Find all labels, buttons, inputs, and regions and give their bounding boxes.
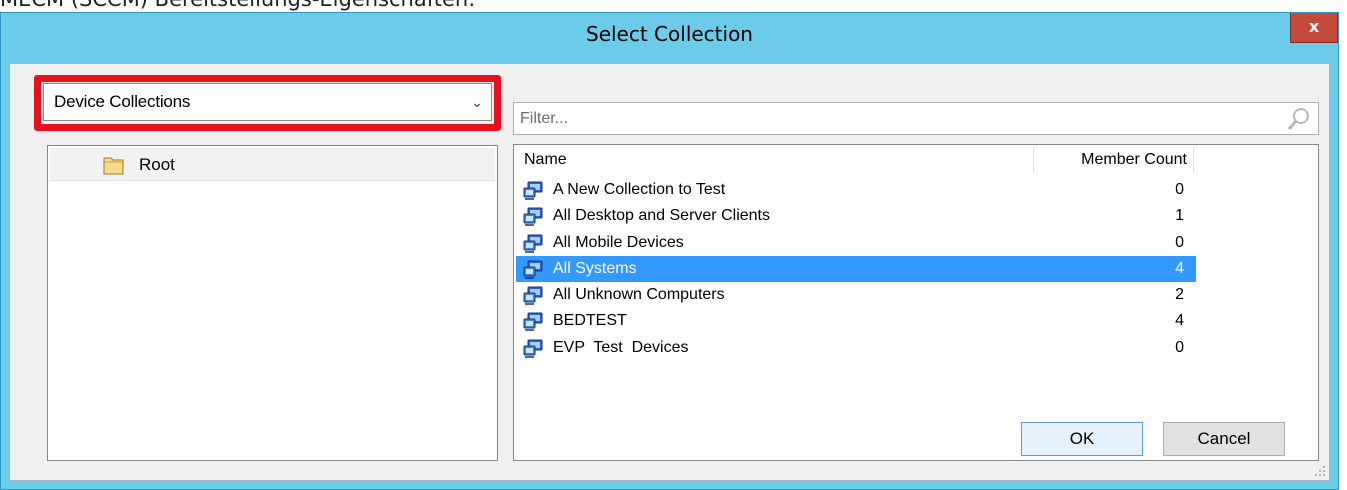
dialog-body: Device Collections ⌄ Root Name Member: [9, 63, 1330, 481]
table-row[interactable]: All Systems 4: [516, 255, 1196, 283]
device-collection-icon: [522, 205, 546, 227]
search-icon[interactable]: [1286, 106, 1312, 132]
table-row[interactable]: A New Collection to Test 0: [516, 177, 1196, 203]
member-count: 0: [1175, 338, 1184, 356]
collection-name: All Mobile Devices: [553, 233, 684, 251]
folder-icon: [103, 157, 124, 175]
page-caption: MECM (SCCM) Bereitstellungs-Eigenschafte…: [0, 0, 1347, 12]
device-collection-icon: [522, 232, 546, 254]
device-collection-icon: [522, 258, 546, 280]
device-collection-icon: [522, 179, 546, 201]
list-header: Name Member Count: [514, 147, 1318, 173]
member-count: 1: [1175, 207, 1184, 225]
collection-list: Name Member Count A New Collection to Te…: [513, 144, 1319, 461]
tree-item-label: Root: [139, 155, 175, 174]
title-bar[interactable]: Select Collection x: [1, 13, 1338, 55]
collection-name: All Unknown Computers: [553, 286, 725, 304]
filter-box[interactable]: [513, 102, 1319, 135]
device-collection-icon: [522, 337, 546, 359]
chevron-down-icon: ⌄: [471, 94, 483, 110]
ok-button[interactable]: OK: [1021, 422, 1143, 456]
collection-name: All Desktop and Server Clients: [553, 207, 770, 225]
table-row[interactable]: All Unknown Computers 2: [516, 282, 1196, 308]
list-rows: A New Collection to Test 0 All Desktop and…: [516, 177, 1196, 361]
tree-item-root[interactable]: Root: [50, 148, 495, 181]
column-header-name[interactable]: Name: [514, 147, 1034, 173]
table-row[interactable]: EVP Test Devices 0: [516, 335, 1196, 361]
resize-grip-icon[interactable]: [1314, 465, 1326, 477]
table-row[interactable]: All Mobile Devices 0: [516, 230, 1196, 256]
device-collection-icon: [522, 284, 546, 306]
collection-name: All Systems: [553, 259, 637, 277]
collection-name: EVP Test Devices: [553, 338, 689, 356]
member-count: 4: [1175, 312, 1184, 330]
table-row[interactable]: All Desktop and Server Clients 1: [516, 203, 1196, 229]
member-count: 4: [1175, 259, 1184, 277]
member-count: 0: [1175, 181, 1184, 198]
dialog-title: Select Collection: [586, 22, 753, 46]
collection-type-value: Device Collections: [54, 92, 191, 111]
device-collection-icon: [522, 310, 546, 332]
filter-input[interactable]: [514, 103, 1274, 134]
collection-name: BEDTEST: [553, 312, 627, 330]
select-collection-dialog: Select Collection x Device Collections ⌄…: [0, 12, 1339, 490]
cancel-button[interactable]: Cancel: [1163, 422, 1285, 456]
folder-tree: Root: [47, 145, 498, 461]
member-count: 2: [1175, 286, 1184, 304]
collection-type-dropdown[interactable]: Device Collections ⌄: [43, 83, 492, 121]
column-header-member-count[interactable]: Member Count: [1034, 147, 1194, 173]
collection-name: A New Collection to Test: [553, 181, 726, 198]
member-count: 0: [1175, 233, 1184, 251]
table-row[interactable]: BEDTEST 4: [516, 308, 1196, 334]
close-button[interactable]: x: [1290, 13, 1338, 43]
